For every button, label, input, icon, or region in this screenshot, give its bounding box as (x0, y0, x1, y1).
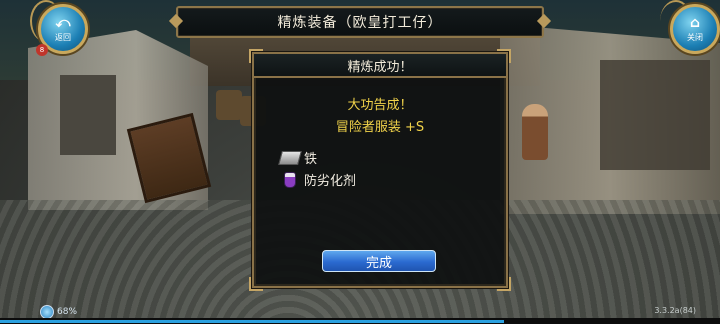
dialog-corner (497, 277, 511, 291)
close-button-label: 关闭 (687, 32, 703, 42)
back-arrow-icon: ⤺ (55, 14, 71, 31)
material-name: 防劣化剂 (304, 174, 357, 189)
status-indicator: 68% (40, 305, 77, 319)
window-title-bar: 精炼装备（欧皇打工仔） (168, 6, 552, 38)
dialog-corner (497, 49, 511, 63)
version-label: 3.3.2a(84) (654, 306, 696, 315)
close-button[interactable]: ⌂ 关闭 (670, 4, 720, 54)
dialog-header: 精炼成功！ (254, 54, 506, 78)
material-name: 铁 (304, 152, 318, 167)
bottom-progress-bar (0, 318, 720, 324)
done-button[interactable]: 完成 (322, 250, 436, 272)
barrel (216, 90, 242, 120)
npc-character[interactable] (522, 104, 548, 160)
window-title: 精炼装备（欧皇打工仔） (277, 15, 443, 31)
dialog-corner (249, 277, 263, 291)
iron-ingot-icon (278, 150, 302, 165)
building-right-shadow (600, 60, 710, 170)
notification-badge: 8 (36, 44, 48, 56)
building-left-doorway (60, 75, 116, 155)
material-item: 铁 (278, 148, 318, 167)
home-icon: ⌂ (689, 14, 701, 31)
battery-percent: 68% (57, 307, 78, 317)
dialog-title: 精炼成功！ (347, 59, 413, 75)
dialog-corner (249, 49, 263, 63)
refine-result-dialog: 精炼成功！ 大功告成！ 冒险者服装 +S 铁 防劣化剂 完成 (249, 49, 511, 291)
result-item-name: 冒险者服装 +S (335, 120, 425, 135)
back-button-label: 返回 (55, 32, 71, 42)
progress-fill (0, 320, 504, 323)
material-item: 防劣化剂 (280, 170, 356, 189)
success-message: 大功告成！ (347, 98, 413, 113)
battery-icon (40, 305, 54, 319)
potion-icon (284, 171, 296, 188)
